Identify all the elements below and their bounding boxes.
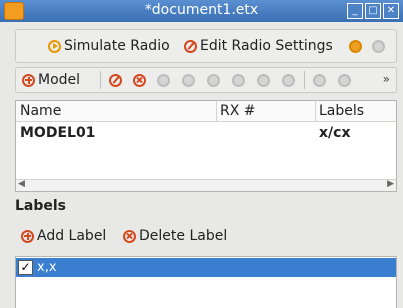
add-icon: [22, 73, 35, 87]
disabled-tool-5[interactable]: [257, 68, 270, 92]
add-model-button[interactable]: Model: [22, 68, 80, 92]
simulate-radio-button[interactable]: Simulate Radio: [48, 30, 170, 62]
model-name-cell: MODEL01: [20, 125, 96, 141]
edit-radio-settings-label: Edit Radio Settings: [200, 38, 333, 54]
duplicate-icon: [207, 73, 220, 87]
edit-radio-settings-button[interactable]: Edit Radio Settings: [184, 30, 333, 62]
wrench-icon: [232, 73, 245, 87]
column-header-name[interactable]: Name: [20, 103, 61, 119]
column-header-rx[interactable]: RX #: [220, 103, 256, 119]
wand-icon: [338, 73, 351, 87]
add-label-button[interactable]: Add Label: [21, 223, 106, 249]
list-item[interactable]: ✓ x,x: [16, 258, 396, 277]
radio-toolbar: Simulate Radio Edit Radio Settings: [15, 29, 397, 63]
label-item-text: x,x: [37, 260, 57, 275]
add-icon: [21, 229, 34, 243]
table-row[interactable]: MODEL01 x/cx: [16, 123, 396, 143]
column-divider[interactable]: [315, 101, 316, 121]
toolbar-overflow-button[interactable]: »: [383, 72, 390, 86]
delete-model-button[interactable]: [133, 68, 146, 92]
delete-label-text: Delete Label: [139, 228, 228, 244]
title-bar: *document1.etx _ □ ✕: [0, 0, 403, 22]
disabled-tool-3[interactable]: [207, 68, 220, 92]
toolbar-separator: [100, 71, 101, 89]
close-icon: [157, 73, 170, 87]
label-checkbox[interactable]: ✓: [18, 260, 33, 275]
disabled-tool-8[interactable]: [338, 68, 351, 92]
model-toolbar: Model »: [15, 67, 397, 93]
minimize-button[interactable]: _: [347, 3, 363, 19]
column-header-labels[interactable]: Labels: [319, 103, 364, 119]
horizontal-scrollbar[interactable]: ◀ ▶: [16, 179, 396, 191]
disabled-tool-6[interactable]: [282, 68, 295, 92]
edit-model-button[interactable]: [109, 68, 122, 92]
document-icon: [313, 73, 326, 87]
gear-icon: [349, 39, 362, 53]
models-table: Name RX # Labels MODEL01 x/cx ◀ ▶: [15, 100, 397, 192]
disabled-tool-4[interactable]: [232, 68, 245, 92]
disabled-tool-7[interactable]: [313, 68, 326, 92]
model-label: Model: [38, 72, 81, 88]
close-button[interactable]: ✕: [383, 3, 399, 19]
edit-icon: [109, 73, 122, 87]
radio-action-button[interactable]: [349, 30, 362, 62]
labels-list: ✓ x,x: [15, 256, 397, 308]
edit-icon: [184, 39, 197, 53]
radio-secondary-button[interactable]: [372, 30, 385, 62]
print-icon: [257, 73, 270, 87]
column-divider[interactable]: [216, 101, 217, 121]
table-header: Name RX # Labels: [16, 101, 396, 122]
labels-toolbar: Add Label Delete Label: [15, 223, 395, 249]
add-label-text: Add Label: [37, 228, 107, 244]
model-labels-cell: x/cx: [319, 125, 351, 141]
toolbar-separator: [304, 71, 305, 89]
copy-icon: [182, 73, 195, 87]
delete-icon: [133, 73, 146, 87]
maximize-button[interactable]: □: [365, 3, 381, 19]
scroll-right-icon[interactable]: ▶: [387, 179, 394, 189]
play-icon: [48, 39, 61, 53]
disabled-tool-2[interactable]: [182, 68, 195, 92]
delete-icon: [123, 229, 136, 243]
window-title: *document1.etx: [144, 2, 259, 18]
copy-icon: [372, 39, 385, 53]
labels-heading: Labels: [15, 198, 67, 214]
download-icon: [282, 73, 295, 87]
delete-label-button[interactable]: Delete Label: [123, 223, 227, 249]
simulate-radio-label: Simulate Radio: [64, 38, 170, 54]
disabled-tool-1[interactable]: [157, 68, 170, 92]
scroll-left-icon[interactable]: ◀: [18, 179, 25, 189]
